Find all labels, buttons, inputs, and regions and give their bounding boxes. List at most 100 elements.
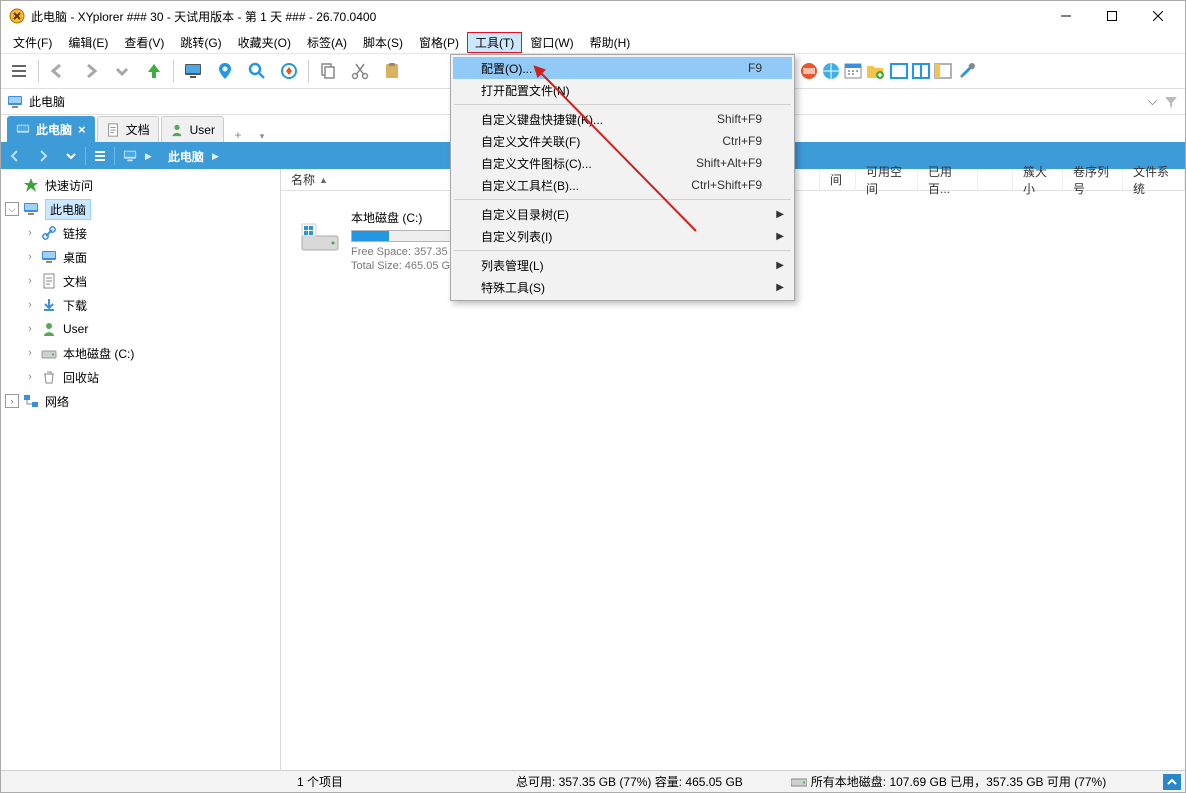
expander-icon[interactable]: ›	[23, 322, 37, 336]
status-items: 1 个项目	[297, 773, 343, 790]
submenu-arrow-icon: ▶	[776, 282, 784, 293]
menu-item-6[interactable]: 脚本(S)	[355, 32, 411, 53]
bc-back-icon[interactable]	[1, 143, 29, 169]
menu-item[interactable]: 自定义目录树(E)▶	[453, 203, 792, 225]
target-icon[interactable]	[273, 55, 305, 87]
tree-item-doc[interactable]: ›文档	[1, 269, 280, 293]
maximize-button[interactable]	[1089, 1, 1135, 31]
target2-icon[interactable]	[821, 61, 841, 84]
cut-icon[interactable]	[344, 55, 376, 87]
menu-item[interactable]: 自定义工具栏(B)...Ctrl+Shift+F9	[453, 174, 792, 196]
menu-item[interactable]: 自定义文件图标(C)...Shift+Alt+F9	[453, 152, 792, 174]
app-icon	[9, 8, 25, 24]
pane-single-icon[interactable]	[889, 61, 909, 84]
tab-dropdown-icon[interactable]: ▾	[250, 131, 274, 142]
filter-icon[interactable]	[1163, 94, 1179, 110]
menu-item[interactable]: 自定义键盘快捷键(K)...Shift+F9	[453, 108, 792, 130]
sidebar-icon[interactable]	[933, 61, 953, 84]
menu-item-2[interactable]: 查看(V)	[116, 32, 172, 53]
expander-icon[interactable]: ›	[23, 226, 37, 240]
tools-menu-dropdown: 配置(O)...F9打开配置文件(N) 自定义键盘快捷键(K)...Shift+F…	[450, 54, 795, 301]
tab-1[interactable]: 文档	[97, 116, 159, 142]
expander-icon[interactable]: ›	[23, 298, 37, 312]
menu-item-3[interactable]: 跳转(G)	[172, 32, 229, 53]
forward-button[interactable]	[74, 55, 106, 87]
menu-item-5[interactable]: 标签(A)	[299, 32, 355, 53]
expander-icon[interactable]: ›	[23, 370, 37, 384]
monitor-icon[interactable]	[177, 55, 209, 87]
status-drives: 所有本地磁盘: 107.69 GB 已用，357.35 GB 可用 (77%)	[791, 773, 1106, 790]
col-cluster[interactable]: 簇大小	[1013, 169, 1063, 191]
download-icon	[41, 297, 57, 313]
tree-item-download[interactable]: ›下载	[1, 293, 280, 317]
submenu-arrow-icon: ▶	[776, 231, 784, 242]
stripes-icon[interactable]	[799, 61, 819, 84]
tree-network[interactable]: › 网络	[1, 389, 280, 413]
expander-icon[interactable]: ›	[23, 274, 37, 288]
drive-icon	[41, 345, 57, 361]
tree-item-desktop[interactable]: ›桌面	[1, 245, 280, 269]
close-button[interactable]	[1135, 1, 1181, 31]
settings-icon[interactable]	[957, 61, 977, 84]
col-free[interactable]: 可用空间	[856, 169, 918, 191]
bc-root[interactable]: ▶	[115, 143, 160, 169]
bc-dropdown-icon[interactable]	[57, 143, 85, 169]
tree-this-pc[interactable]: ⌵ 此电脑	[1, 197, 280, 221]
menu-item[interactable]: 打开配置文件(N)	[453, 79, 792, 101]
col-used[interactable]: 已用百...	[918, 169, 978, 191]
menu-item[interactable]: 自定义列表(I)▶	[453, 225, 792, 247]
pc-icon	[7, 94, 23, 110]
bc-forward-icon[interactable]	[29, 143, 57, 169]
col-fs[interactable]: 文件系统	[1123, 169, 1185, 191]
pc-icon	[23, 201, 39, 217]
calendar-icon[interactable]	[843, 61, 863, 84]
bc-menu-icon[interactable]	[86, 143, 114, 169]
recent-dropdown[interactable]	[106, 55, 138, 87]
expander-icon[interactable]: ›	[23, 250, 37, 264]
menu-item-1[interactable]: 编辑(E)	[60, 32, 116, 53]
col-interval[interactable]: 间	[820, 169, 856, 191]
paste-icon[interactable]	[376, 55, 408, 87]
tab-close-icon[interactable]: ×	[78, 122, 86, 137]
submenu-arrow-icon: ▶	[776, 209, 784, 220]
new-tab-button[interactable]: +	[226, 128, 250, 142]
tree-item-link[interactable]: ›链接	[1, 221, 280, 245]
tab-icon	[16, 123, 30, 137]
tab-0[interactable]: 此电脑×	[7, 116, 95, 142]
tree-item-recycle[interactable]: ›回收站	[1, 365, 280, 389]
link-icon	[41, 225, 57, 241]
menu-item-0[interactable]: 文件(F)	[5, 32, 60, 53]
scroll-top-button[interactable]	[1163, 774, 1181, 790]
new-folder-icon[interactable]	[865, 61, 885, 84]
menu-item-9[interactable]: 窗口(W)	[522, 32, 581, 53]
menu-item[interactable]: 配置(O)...F9	[453, 57, 792, 79]
up-button[interactable]	[138, 55, 170, 87]
menu-item-7[interactable]: 窗格(P)	[411, 32, 467, 53]
hamburger-icon[interactable]	[3, 55, 35, 87]
statusbar: 1 个项目 总可用: 357.35 GB (77%) 容量: 465.05 GB…	[1, 770, 1185, 792]
expander-icon[interactable]: ›	[23, 346, 37, 360]
search-icon[interactable]	[241, 55, 273, 87]
col-serial[interactable]: 卷序列号	[1063, 169, 1123, 191]
menu-item[interactable]: 列表管理(L)▶	[453, 254, 792, 276]
tree-item-drive[interactable]: ›本地磁盘 (C:)	[1, 341, 280, 365]
tree-quick-access[interactable]: 快速访问	[1, 173, 280, 197]
menu-item-8[interactable]: 工具(T)	[467, 32, 522, 53]
menu-item[interactable]: 自定义文件关联(F)Ctrl+F9	[453, 130, 792, 152]
back-button[interactable]	[42, 55, 74, 87]
expander-icon[interactable]: ›	[5, 394, 19, 408]
menu-item-10[interactable]: 帮助(H)	[582, 32, 639, 53]
copy-icon[interactable]	[312, 55, 344, 87]
location-icon[interactable]	[209, 55, 241, 87]
menu-item-4[interactable]: 收藏夹(O)	[230, 32, 299, 53]
col-name[interactable]: 名称 ▲	[281, 169, 471, 191]
menu-item[interactable]: 特殊工具(S)▶	[453, 276, 792, 298]
expander-icon[interactable]: ⌵	[5, 202, 19, 216]
minimize-button[interactable]	[1043, 1, 1089, 31]
drive-icon	[299, 214, 341, 256]
tab-2[interactable]: User	[161, 116, 224, 142]
bc-item-this-pc[interactable]: 此电脑 ▶	[160, 143, 227, 169]
tree-item-user[interactable]: ›User	[1, 317, 280, 341]
pane-dual-icon[interactable]	[911, 61, 931, 84]
address-dropdown-icon[interactable]: ⌵	[1148, 94, 1157, 109]
